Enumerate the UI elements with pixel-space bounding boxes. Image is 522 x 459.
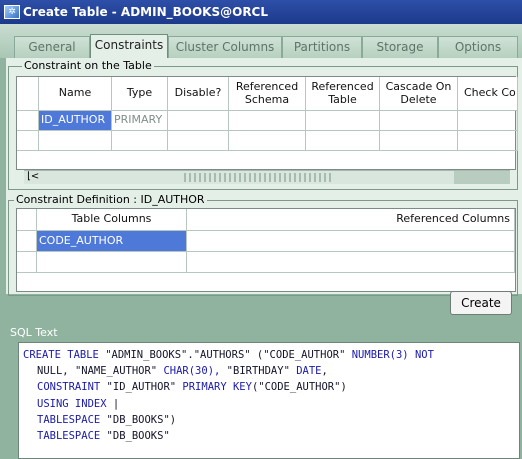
sql-keyword: CREATE TABLE [23,349,106,361]
cell-empty[interactable] [458,131,518,151]
cell-empty[interactable] [306,131,380,151]
cell-empty[interactable] [112,131,168,151]
cell-constraint-type[interactable]: PRIMARY [112,111,168,131]
sql-keyword: PRIMARY KEY [182,381,252,394]
col-table-columns[interactable]: Table Columns [37,209,187,231]
sql-text: , [321,365,328,378]
table-row[interactable] [17,131,518,151]
cell-referenced-column[interactable] [187,231,515,252]
sql-text: | [106,397,120,410]
cell-cascade[interactable] [380,111,458,131]
constraint-group-label: Constraint on the Table [22,59,154,72]
cell-empty[interactable] [187,252,515,273]
sql-line: NULL, "NAME_AUTHOR" CHAR(30), "BIRTHDAY"… [23,363,515,379]
sql-keyword: CONSTRAINT [37,381,107,394]
tab-partitions[interactable]: Partitions [282,36,362,58]
cell-empty[interactable] [168,131,229,151]
sql-line: TABLESPACE "DB_BOOKS" [23,428,515,444]
cell-referenced-table[interactable] [306,111,380,131]
col-referenced-schema[interactable]: Referenced Schema [229,77,306,111]
sql-text: "NAME_AUTHOR" [74,365,164,378]
sql-keyword: DATE [296,365,322,378]
sql-keyword: TABLESPACE [37,413,107,426]
row-header[interactable] [17,111,39,131]
constraints-panel: Constraint on the Table Name Type Disabl… [6,58,522,296]
tab-constraints[interactable]: Constraints [90,34,168,60]
row-header-corner [17,77,39,111]
col-name[interactable]: Name [39,77,112,111]
row-header[interactable] [17,252,37,273]
sql-text: "DB_BOOKS" [106,430,170,443]
create-button[interactable]: Create [450,291,512,315]
col-check-condition[interactable]: Check Co [458,77,518,111]
cell-empty[interactable] [380,131,458,151]
row-header[interactable] [17,131,39,151]
sql-keyword: CHAR(30), [163,365,227,378]
sql-text-label: SQL Text [10,326,58,339]
definition-header-row: Table Columns Referenced Columns [17,209,515,231]
cell-empty[interactable] [39,131,112,151]
row-header-corner [17,209,37,231]
sql-keyword: TABLESPACE [37,430,107,443]
tab-general[interactable]: General [14,36,90,58]
sql-keyword: NUMBER(3) NOT [351,349,434,361]
tab-cluster-columns[interactable]: Cluster Columns [168,36,282,58]
sql-keyword: USING INDEX [37,397,107,410]
sql-text: "ID_AUTHOR" [106,381,183,394]
cell-referenced-schema[interactable] [229,111,306,131]
constraints-header-row: Name Type Disable? Referenced Schema Ref… [17,77,518,111]
app-icon: ✲ [4,5,20,19]
sql-text: "ADMIN_BOOKS"."AUTHORS" ("CODE_AUTHOR" [105,349,352,361]
scroll-thumb[interactable] [184,173,334,182]
col-type[interactable]: Type [112,77,168,111]
sql-line: CREATE TABLE "ADMIN_BOOKS"."AUTHORS" ("C… [23,347,515,363]
sql-line: TABLESPACE "DB_BOOKS") [23,412,515,428]
col-referenced-table[interactable]: Referenced Table [306,77,380,111]
window-title: Create Table - ADMIN_BOOKS@ORCL [23,5,269,19]
col-referenced-columns[interactable]: Referenced Columns [187,209,515,231]
tab-strip: General Constraints Cluster Columns Part… [0,24,522,60]
table-row[interactable]: ID_AUTHOR PRIMARY [17,111,518,131]
cell-constraint-name[interactable]: ID_AUTHOR [39,111,112,131]
sql-line: CONSTRAINT "ID_AUTHOR" PRIMARY KEY("CODE… [23,379,515,395]
col-disable[interactable]: Disable? [168,77,229,111]
tab-storage[interactable]: Storage [362,36,438,58]
col-cascade-on-delete[interactable]: Cascade On Delete [380,77,458,111]
horizontal-scrollbar[interactable]: ⌊< [24,170,510,184]
definition-group-label: Constraint Definition : ID_AUTHOR [14,193,207,206]
sql-text: "DB_BOOKS") [106,413,177,426]
definition-table: Table Columns Referenced Columns CODE_AU… [16,208,516,292]
table-row[interactable]: CODE_AUTHOR [17,231,515,252]
title-bar: ✲ Create Table - ADMIN_BOOKS@ORCL [0,0,522,24]
constraints-table: Name Type Disable? Referenced Schema Ref… [16,76,518,170]
row-header[interactable] [17,231,37,252]
sql-text: ("CODE_AUTHOR") [251,381,347,394]
sql-text: NULL, [37,365,75,378]
tab-options[interactable]: Options [438,36,518,58]
cell-empty[interactable] [37,252,187,273]
sql-line: USING INDEX | [23,396,515,412]
sql-text: "BIRTHDAY" [226,365,297,378]
cell-table-column[interactable]: CODE_AUTHOR [37,231,187,252]
sql-text-area[interactable]: CREATE TABLE "ADMIN_BOOKS"."AUTHORS" ("C… [18,342,520,459]
sql-pane: SQL Text CREATE TABLE "ADMIN_BOOKS"."AUT… [0,318,522,459]
cell-empty[interactable] [229,131,306,151]
scroll-track[interactable] [454,171,510,184]
cell-check[interactable] [458,111,518,131]
cell-disable[interactable] [168,111,229,131]
scroll-left-icon[interactable]: ⌊< [27,171,39,182]
table-row[interactable] [17,252,515,273]
